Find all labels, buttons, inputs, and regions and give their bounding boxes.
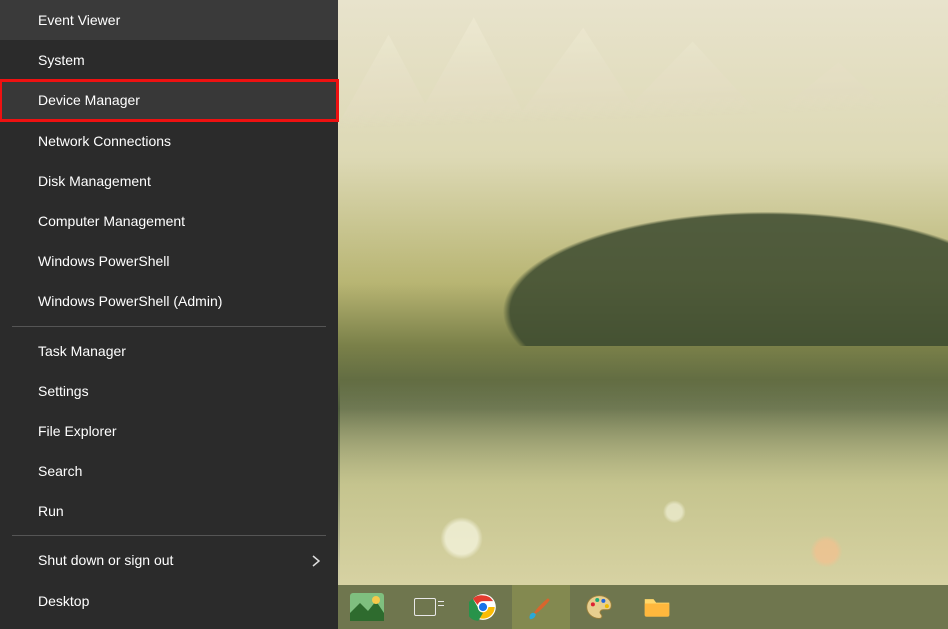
menu-item-label: Windows PowerShell (Admin) (38, 292, 222, 310)
chrome-icon (469, 593, 497, 621)
taskbar-item-file-explorer[interactable] (628, 585, 686, 629)
menu-item-label: Windows PowerShell (38, 252, 170, 270)
menu-item-event-viewer[interactable]: Event Viewer (0, 0, 338, 40)
menu-item-label: System (38, 51, 85, 69)
menu-item-task-manager[interactable]: Task Manager (0, 331, 338, 371)
menu-item-label: Event Viewer (38, 11, 120, 29)
menu-item-computer-management[interactable]: Computer Management (0, 201, 338, 241)
menu-item-shut-down-sign-out[interactable]: Shut down or sign out (0, 540, 338, 580)
menu-item-label: Network Connections (38, 132, 171, 150)
menu-item-label: Task Manager (38, 342, 126, 360)
menu-item-file-explorer[interactable]: File Explorer (0, 411, 338, 451)
taskbar-item-task-view[interactable] (396, 585, 454, 629)
menu-item-label: Device Manager (38, 91, 140, 109)
menu-item-label: Computer Management (38, 212, 185, 230)
menu-item-settings[interactable]: Settings (0, 371, 338, 411)
brush-icon (527, 593, 555, 621)
taskbar-item-mspaint[interactable] (570, 585, 628, 629)
menu-separator (12, 535, 326, 536)
menu-item-label: File Explorer (38, 422, 117, 440)
menu-item-system[interactable]: System (0, 40, 338, 80)
folder-icon (643, 595, 671, 619)
power-user-menu: Event Viewer System Device Manager Network … (0, 0, 338, 629)
taskbar-item-chrome[interactable] (454, 585, 512, 629)
task-view-icon (414, 598, 436, 616)
menu-item-run[interactable]: Run (0, 491, 338, 531)
menu-item-network-connections[interactable]: Network Connections (0, 121, 338, 161)
menu-item-windows-powershell[interactable]: Windows PowerShell (0, 241, 338, 281)
menu-item-disk-management[interactable]: Disk Management (0, 161, 338, 201)
taskbar-item-wallpaper-tray[interactable] (338, 585, 396, 629)
menu-item-label: Search (38, 462, 82, 480)
menu-item-label: Shut down or sign out (38, 551, 173, 569)
menu-item-label: Disk Management (38, 172, 151, 190)
menu-item-desktop[interactable]: Desktop (0, 581, 338, 621)
menu-item-label: Desktop (38, 592, 89, 610)
menu-item-label: Settings (38, 382, 89, 400)
wallpaper-icon (350, 593, 384, 621)
wallpaper-meadow (340, 327, 948, 591)
chevron-right-icon (312, 555, 320, 567)
menu-item-search[interactable]: Search (0, 451, 338, 491)
menu-item-device-manager[interactable]: Device Manager (0, 80, 338, 120)
palette-icon (585, 593, 613, 621)
menu-separator (12, 326, 326, 327)
taskbar (338, 585, 948, 629)
menu-item-label: Run (38, 502, 64, 520)
taskbar-item-paint-net[interactable] (512, 585, 570, 629)
menu-item-windows-powershell-admin[interactable]: Windows PowerShell (Admin) (0, 281, 338, 321)
